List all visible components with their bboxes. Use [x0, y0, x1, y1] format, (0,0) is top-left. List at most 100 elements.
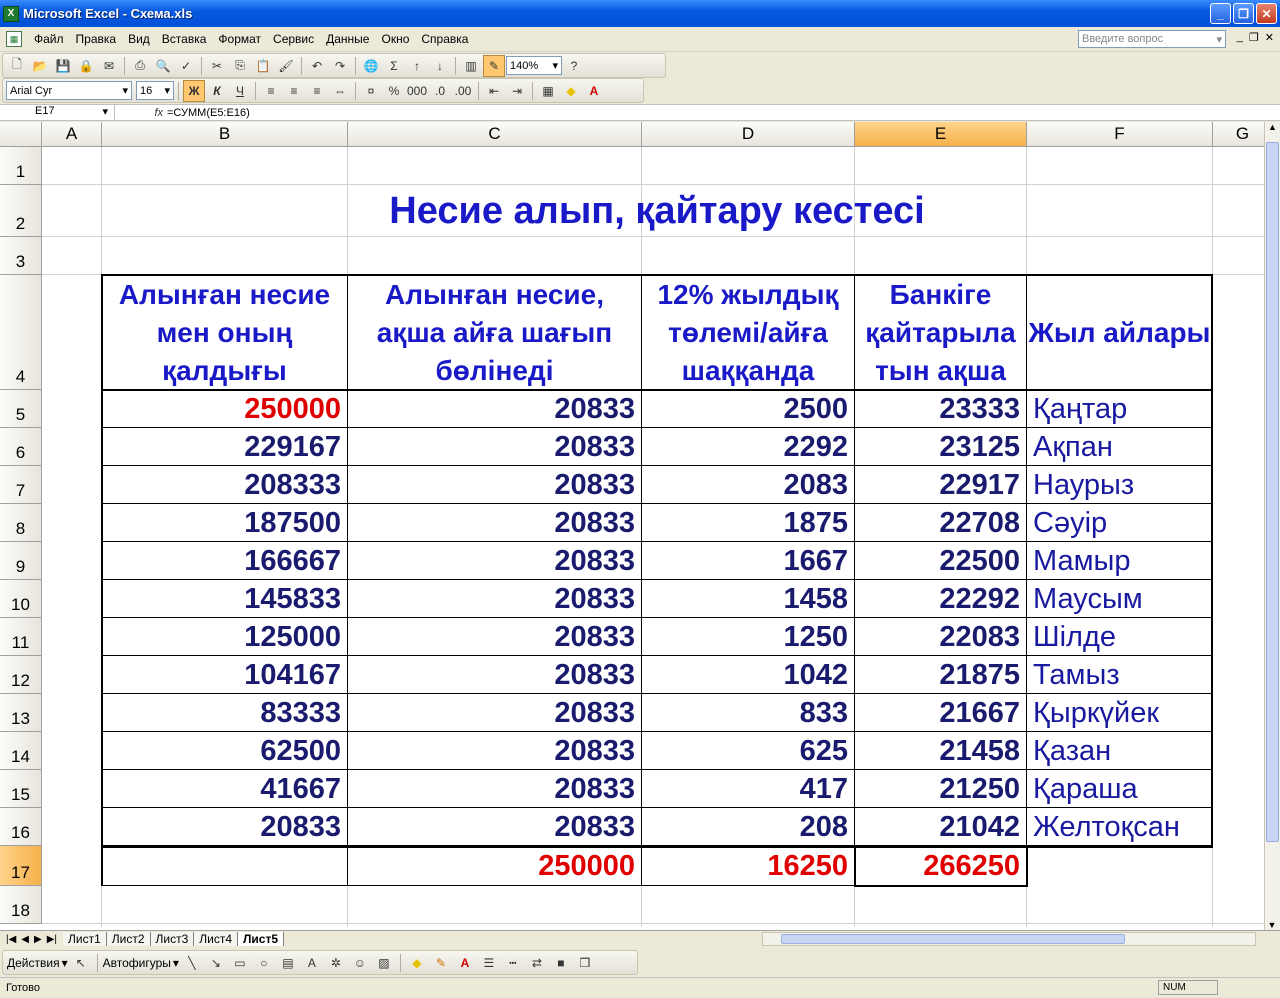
row-header[interactable]: 9: [0, 542, 42, 580]
align-left-icon[interactable]: ≡: [260, 80, 282, 102]
clipart-icon[interactable]: ☺: [349, 952, 371, 974]
principal-cell[interactable]: 20833: [348, 466, 641, 504]
month-cell[interactable]: Маусым: [1027, 580, 1212, 618]
doc-restore-button[interactable]: ❐: [1249, 31, 1259, 44]
sheet-tab-1[interactable]: Лист1: [63, 932, 107, 946]
sheet-tab-2[interactable]: Лист2: [106, 932, 151, 946]
principal-cell[interactable]: 20833: [348, 656, 641, 694]
balance-cell[interactable]: 208333: [102, 466, 347, 504]
repayment-cell[interactable]: 22500: [855, 542, 1026, 580]
arrow-icon[interactable]: ↘: [205, 952, 227, 974]
help-search-input[interactable]: Введите вопрос ▾: [1078, 30, 1226, 48]
column-header-f[interactable]: F: [1027, 122, 1213, 147]
header-repayment[interactable]: Банкіге қайтарыла тын ақша: [855, 275, 1026, 390]
principal-cell[interactable]: 20833: [348, 390, 641, 428]
header-monthly-interest[interactable]: 12% жылдық төлемі/айға шаққанда: [642, 275, 854, 390]
autosum-icon[interactable]: Σ: [383, 55, 405, 77]
line-style-icon[interactable]: ☰: [478, 952, 500, 974]
balance-cell[interactable]: 41667: [102, 770, 347, 808]
increase-indent-icon[interactable]: ⇥: [506, 80, 528, 102]
interest-cell[interactable]: 2083: [642, 466, 854, 504]
month-cell[interactable]: Шілде: [1027, 618, 1212, 656]
scroll-down-icon[interactable]: ▼: [1265, 920, 1279, 930]
balance-cell[interactable]: 166667: [102, 542, 347, 580]
sheet-tab-3[interactable]: Лист3: [150, 932, 195, 946]
font-color-draw-icon[interactable]: A: [454, 952, 476, 974]
copy-icon[interactable]: ⎘: [229, 55, 251, 77]
comma-style-icon[interactable]: 000: [406, 80, 428, 102]
horizontal-scroll-thumb[interactable]: [781, 934, 1125, 944]
row-header[interactable]: 4: [0, 275, 42, 390]
decrease-indent-icon[interactable]: ⇤: [483, 80, 505, 102]
balance-cell[interactable]: 187500: [102, 504, 347, 542]
row-header[interactable]: 5: [0, 390, 42, 428]
minimize-button[interactable]: _: [1210, 3, 1231, 24]
column-header-g[interactable]: G: [1213, 122, 1264, 147]
next-sheet-icon[interactable]: ▶: [34, 934, 42, 945]
increase-decimal-icon[interactable]: .0: [429, 80, 451, 102]
formula-input[interactable]: =СУММ(E5:E16): [167, 107, 250, 119]
month-cell[interactable]: Сәуір: [1027, 504, 1212, 542]
sheet-tab-4[interactable]: Лист4: [194, 932, 238, 946]
repayment-cell[interactable]: 23125: [855, 428, 1026, 466]
dash-style-icon[interactable]: ┅: [502, 952, 524, 974]
row-header[interactable]: 10: [0, 580, 42, 618]
spreadsheet-grid[interactable]: A B C D E F G 1 2 3 4 5 6 7 8 9 10 11 12…: [0, 122, 1264, 930]
row-header[interactable]: 8: [0, 504, 42, 542]
sort-desc-icon[interactable]: ↓: [429, 55, 451, 77]
currency-icon[interactable]: ¤: [360, 80, 382, 102]
balance-cell[interactable]: 104167: [102, 656, 347, 694]
column-header-c[interactable]: C: [348, 122, 642, 147]
paste-icon[interactable]: 📋: [252, 55, 274, 77]
balance-cell[interactable]: 83333: [102, 694, 347, 732]
interest-cell[interactable]: 2500: [642, 390, 854, 428]
active-cell-selection[interactable]: [854, 846, 1028, 887]
repayment-cell[interactable]: 21250: [855, 770, 1026, 808]
repayment-cell[interactable]: 22292: [855, 580, 1026, 618]
repayment-cell[interactable]: 22917: [855, 466, 1026, 504]
interest-cell[interactable]: 1458: [642, 580, 854, 618]
row-header[interactable]: 13: [0, 694, 42, 732]
row-header[interactable]: 16: [0, 808, 42, 846]
bold-button[interactable]: Ж: [183, 79, 205, 102]
principal-cell[interactable]: 20833: [348, 618, 641, 656]
3d-icon[interactable]: ❒: [574, 952, 596, 974]
balance-cell[interactable]: 145833: [102, 580, 347, 618]
row-header-selected[interactable]: 17: [0, 846, 42, 886]
principal-cell[interactable]: 20833: [348, 428, 641, 466]
row-header[interactable]: 7: [0, 466, 42, 504]
column-header-b[interactable]: B: [102, 122, 348, 147]
menu-data[interactable]: Данные: [320, 32, 375, 46]
column-header-e[interactable]: E: [855, 122, 1027, 147]
interest-cell[interactable]: 208: [642, 808, 854, 846]
total-principal-cell[interactable]: 250000: [348, 847, 641, 885]
row-header[interactable]: 12: [0, 656, 42, 694]
interest-cell[interactable]: 1042: [642, 656, 854, 694]
month-cell[interactable]: Мамыр: [1027, 542, 1212, 580]
cut-icon[interactable]: ✂: [206, 55, 228, 77]
menu-help[interactable]: Справка: [415, 32, 474, 46]
repayment-cell[interactable]: 21042: [855, 808, 1026, 846]
permission-icon[interactable]: 🔒: [75, 55, 97, 77]
last-sheet-icon[interactable]: ▶|: [47, 934, 57, 945]
email-icon[interactable]: ✉: [98, 55, 120, 77]
restore-button[interactable]: ❐: [1233, 3, 1254, 24]
principal-cell[interactable]: 20833: [348, 542, 641, 580]
repayment-cell[interactable]: 22708: [855, 504, 1026, 542]
month-cell[interactable]: Қазан: [1027, 732, 1212, 770]
font-name-select[interactable]: Arial Cyr ▾: [6, 81, 132, 100]
chart-wizard-icon[interactable]: ▥: [460, 55, 482, 77]
line-icon[interactable]: ╲: [181, 952, 203, 974]
shadow-icon[interactable]: ■: [550, 952, 572, 974]
row-header[interactable]: 2: [0, 185, 42, 237]
interest-cell[interactable]: 2292: [642, 428, 854, 466]
row-header[interactable]: 15: [0, 770, 42, 808]
menu-edit[interactable]: Правка: [70, 32, 123, 46]
font-color-icon[interactable]: A: [583, 80, 605, 102]
repayment-cell[interactable]: 21458: [855, 732, 1026, 770]
actions-menu[interactable]: Действия: [7, 956, 60, 970]
undo-icon[interactable]: ↶: [306, 55, 328, 77]
name-box[interactable]: E17 ▾: [0, 104, 115, 121]
document-icon[interactable]: ▦: [6, 31, 22, 47]
new-icon[interactable]: 🗋: [6, 55, 28, 77]
